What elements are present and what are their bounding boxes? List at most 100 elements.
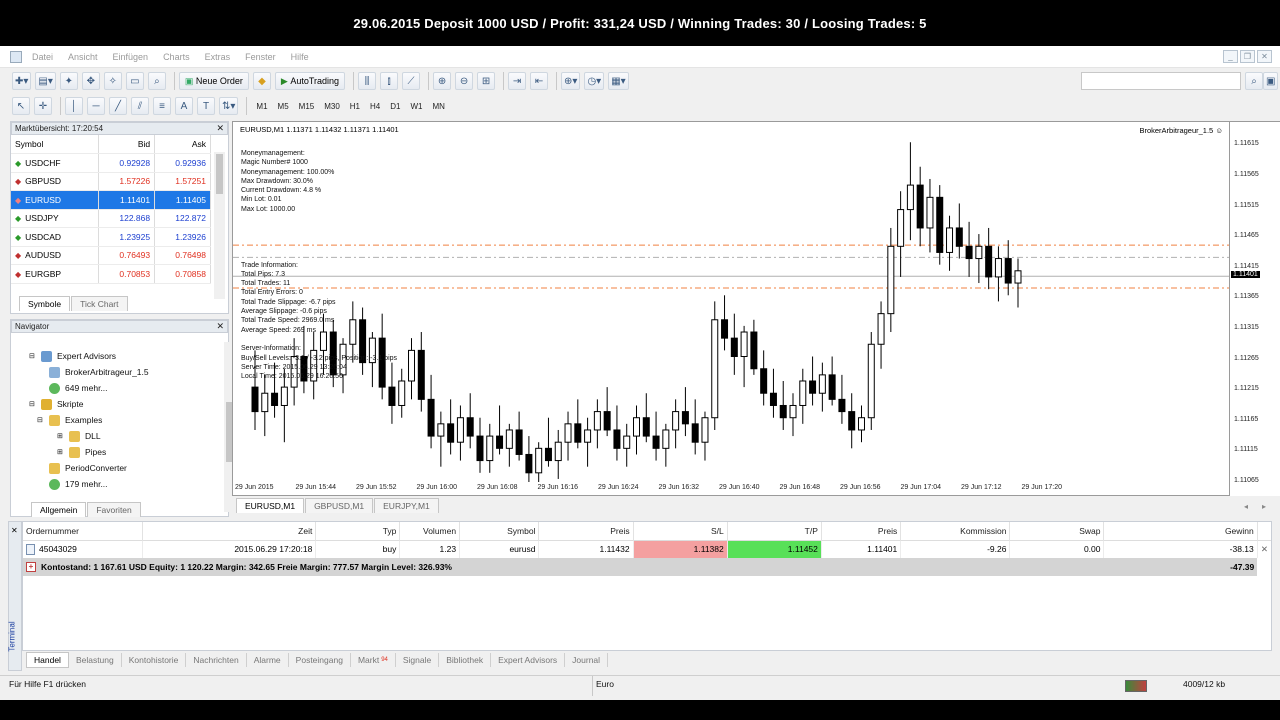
- tab-chart-eurusd[interactable]: EURUSD,M1: [236, 498, 305, 513]
- tree-pipes[interactable]: ⊞ Pipes: [29, 444, 149, 460]
- col-symbol-4[interactable]: Symbol: [459, 522, 540, 540]
- strategy-tester-icon[interactable]: ⌕: [147, 72, 166, 90]
- tf-h1[interactable]: H1: [345, 98, 365, 114]
- col-zeit-1[interactable]: Zeit: [142, 522, 317, 540]
- tab-tick-chart[interactable]: Tick Chart: [71, 296, 128, 311]
- vertical-line-icon[interactable]: │: [65, 97, 83, 115]
- candlestick-icon[interactable]: ⫾: [380, 72, 399, 90]
- tf-w1[interactable]: W1: [405, 98, 427, 114]
- terminal-tab-9[interactable]: Expert Advisors: [491, 653, 566, 667]
- col-sl-6[interactable]: S/L: [633, 522, 728, 540]
- col-symbol[interactable]: Symbol: [11, 135, 100, 154]
- tab-scroll-left-icon[interactable]: ◂: [1244, 502, 1248, 511]
- text-label-icon[interactable]: T: [197, 97, 215, 115]
- tree-scripts-more[interactable]: 179 mehr...: [29, 476, 149, 492]
- bar-chart-icon[interactable]: ⫼: [358, 72, 377, 90]
- tree-periodconverter[interactable]: PeriodConverter: [29, 460, 149, 476]
- line-chart-icon[interactable]: ⟋: [402, 72, 421, 90]
- terminal-close-icon[interactable]: ✕: [11, 526, 18, 535]
- col-preis-5[interactable]: Preis: [538, 522, 634, 540]
- market-watch-row[interactable]: ◆ GBPUSD 1.57226 1.57251: [11, 172, 211, 191]
- terminal-tab-5[interactable]: Posteingang: [289, 653, 351, 667]
- crosshair-icon[interactable]: ✛: [34, 97, 52, 115]
- text-icon[interactable]: A: [175, 97, 193, 115]
- terminal-tab-10[interactable]: Journal: [565, 653, 609, 667]
- col-swap-10[interactable]: Swap: [1009, 522, 1105, 540]
- profiles-icon[interactable]: ▤▾: [35, 72, 56, 90]
- tf-d1[interactable]: D1: [385, 98, 405, 114]
- col-tp-7[interactable]: T/P: [727, 522, 822, 540]
- expand-icon[interactable]: ⊞: [57, 448, 69, 456]
- menu-extras[interactable]: Extras: [205, 52, 231, 62]
- tab-allgemein[interactable]: Allgemein: [31, 502, 87, 517]
- search-input[interactable]: [1081, 72, 1241, 90]
- terminal-tab-7[interactable]: Signale: [396, 653, 440, 667]
- menu-hilfe[interactable]: Hilfe: [291, 52, 309, 62]
- autotrading-button[interactable]: ▶ AutoTrading: [274, 72, 346, 90]
- close-icon[interactable]: ✕: [1257, 50, 1272, 63]
- menu-datei[interactable]: Datei: [32, 52, 53, 62]
- tree-expert-advisors[interactable]: ⊟ Expert Advisors: [29, 348, 149, 364]
- zoom-out-icon[interactable]: ⊖: [455, 72, 474, 90]
- col-preis-8[interactable]: Preis: [821, 522, 902, 540]
- menu-ansicht[interactable]: Ansicht: [68, 52, 98, 62]
- menu-charts[interactable]: Charts: [163, 52, 190, 62]
- menu-einfuegen[interactable]: Einfügen: [113, 52, 149, 62]
- market-watch-row[interactable]: ◆ USDJPY 122.868 122.872: [11, 209, 211, 228]
- tf-m5[interactable]: M5: [273, 98, 294, 114]
- terminal-tab-6[interactable]: Markt 94: [351, 653, 396, 667]
- cursor-icon[interactable]: ↖: [12, 97, 30, 115]
- search-icon[interactable]: ⌕: [1245, 72, 1263, 90]
- tf-h4[interactable]: H4: [365, 98, 385, 114]
- periods-icon[interactable]: ◷▾: [584, 72, 605, 90]
- col-bid[interactable]: Bid: [98, 135, 156, 154]
- terminal-tab-1[interactable]: Belastung: [69, 653, 122, 667]
- channel-icon[interactable]: ⫽: [131, 97, 149, 115]
- trendline-icon[interactable]: ╱: [109, 97, 127, 115]
- navigator-close-icon[interactable]: ✕: [216, 321, 227, 332]
- close-order-icon[interactable]: ✕: [1261, 544, 1268, 554]
- data-window-icon[interactable]: ✥: [81, 72, 100, 90]
- indicators-icon[interactable]: ⊕▾: [561, 72, 581, 90]
- market-watch-row[interactable]: ◆ EURGBP 0.70853 0.70858: [11, 264, 211, 284]
- tf-m15[interactable]: M15: [294, 98, 320, 114]
- col-volumen-3[interactable]: Volumen: [399, 522, 461, 540]
- tree-skripte[interactable]: ⊟ Skripte: [29, 396, 149, 412]
- terminal-tab-0[interactable]: Handel: [26, 652, 69, 668]
- templates-icon[interactable]: ▦▾: [608, 72, 629, 90]
- menu-fenster[interactable]: Fenster: [245, 52, 276, 62]
- tree-examples[interactable]: ⊟ Examples: [29, 412, 149, 428]
- terminal-tab-3[interactable]: Nachrichten: [186, 653, 247, 667]
- navigator-icon[interactable]: ✧: [103, 72, 122, 90]
- order-row[interactable]: 45043029 2015.06.29 17:20:18 buy 1.23 eurusd…: [23, 540, 1271, 558]
- new-order-button[interactable]: ▣ Neue Order: [178, 72, 249, 90]
- market-watch-row[interactable]: ◆ EURUSD 1.11401 1.11405: [11, 190, 211, 210]
- chart-area[interactable]: EURUSD,M1 1.11371 1.11432 1.11371 1.1140…: [232, 121, 1230, 496]
- col-typ-2[interactable]: Typ: [315, 522, 401, 540]
- col-ask[interactable]: Ask: [154, 135, 211, 154]
- col-gewinn-11[interactable]: Gewinn: [1103, 522, 1258, 540]
- tile-windows-icon[interactable]: ⊞: [477, 72, 496, 90]
- tree-experts-more[interactable]: 649 mehr...: [29, 380, 149, 396]
- market-watch-row[interactable]: ◆ USDCAD 1.23925 1.23926: [11, 227, 211, 247]
- tree-dll[interactable]: ⊞ DLL: [29, 428, 149, 444]
- restore-icon[interactable]: ❐: [1240, 50, 1255, 63]
- tab-favoriten[interactable]: Favoriten: [87, 502, 141, 517]
- collapse-icon[interactable]: ⊟: [37, 416, 49, 424]
- col-ordernummer-0[interactable]: Ordernummer: [23, 522, 143, 540]
- terminal-tab-8[interactable]: Bibliothek: [439, 653, 492, 667]
- market-watch-icon[interactable]: ✦: [59, 72, 78, 90]
- collapse-icon[interactable]: ⊟: [29, 400, 41, 408]
- market-watch-close-icon[interactable]: ✕: [216, 123, 227, 134]
- tf-mn[interactable]: MN: [427, 98, 449, 114]
- tab-chart-gbpusd[interactable]: GBPUSD,M1: [305, 498, 374, 513]
- tree-ea-brokerarbitrageur[interactable]: BrokerArbitrageur_1.5: [29, 364, 149, 380]
- horizontal-line-icon[interactable]: ─: [87, 97, 105, 115]
- market-watch-scrollbar[interactable]: [214, 152, 225, 299]
- col-kommission-9[interactable]: Kommission: [900, 522, 1011, 540]
- zoom-in-icon[interactable]: ⊕: [433, 72, 452, 90]
- metaeditor-icon[interactable]: ◆: [252, 72, 271, 90]
- new-chart-icon[interactable]: ✚▾: [12, 72, 32, 90]
- chart-shift-icon[interactable]: ⇤: [530, 72, 549, 90]
- tab-symbole[interactable]: Symbole: [19, 296, 71, 311]
